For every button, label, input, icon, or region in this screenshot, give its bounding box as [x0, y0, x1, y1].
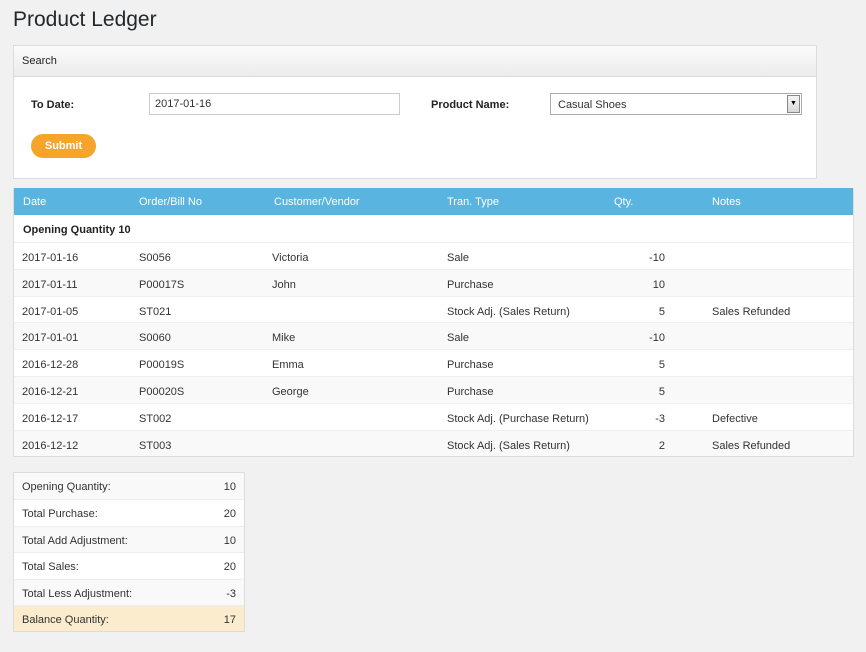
cell-order-bill-no: P00019S [139, 359, 185, 372]
cell-customer-vendor: George [272, 385, 309, 398]
summary-label: Total Sales: [22, 561, 79, 574]
cell-tran-type: Sale [447, 252, 470, 264]
cell-qty: -3 [655, 412, 665, 425]
cell-qty: -10 [649, 332, 665, 345]
cell-date: 2017-01-16 [22, 252, 79, 264]
cell-qty: 10 [652, 278, 665, 291]
summary-value: 10 [223, 534, 236, 547]
opening-quantity-text: Opening Quantity 10 [23, 224, 131, 236]
cell-notes: Sales Refunded [712, 439, 791, 452]
table-row: 2016-12-12 ST003 Stock Adj. (Sales Return)… [14, 429, 853, 457]
summary-value: 20 [223, 508, 236, 521]
cell-date: 2016-12-12 [22, 439, 79, 452]
column-header-customer-vendor: Customer/Vendor [274, 196, 360, 208]
table-row: 2017-01-05 ST021 Stock Adj. (Sales Return)… [14, 295, 853, 323]
summary-value: 17 [223, 613, 236, 626]
cell-date: 2017-01-05 [22, 305, 79, 318]
table-row: 2017-01-11 P00017S John Purchase 10 [14, 268, 853, 296]
summary-row: Opening Quantity: 10 [14, 473, 244, 500]
cell-qty: 5 [658, 305, 665, 318]
summary-row: Total Sales: 20 [14, 552, 244, 578]
cell-tran-type: Purchase [447, 385, 494, 398]
column-header-notes: Notes [712, 196, 741, 208]
cell-customer-vendor: John [272, 278, 296, 291]
to-date-input[interactable] [149, 93, 400, 115]
cell-qty: -10 [649, 252, 665, 264]
cell-order-bill-no: P00017S [139, 278, 185, 291]
summary-value: -3 [226, 587, 236, 600]
cell-order-bill-no: ST003 [139, 439, 172, 452]
column-header-date: Date [23, 196, 47, 208]
product-name-value: Casual Shoes [558, 99, 627, 111]
cell-qty: 5 [658, 359, 665, 372]
cell-qty: 2 [658, 439, 665, 452]
cell-tran-type: Sale [447, 332, 470, 345]
submit-button[interactable]: Submit [31, 134, 96, 158]
summary-label: Total Less Adjustment: [22, 587, 133, 600]
cell-tran-type: Purchase [447, 359, 494, 372]
search-panel: Search To Date: Product Name: Casual Sho… [13, 45, 817, 179]
summary-value: 20 [223, 561, 236, 574]
cell-customer-vendor: Mike [272, 332, 296, 345]
search-header: Search [14, 46, 816, 77]
summary-row: Total Less Adjustment: -3 [14, 578, 244, 605]
summary-row: Total Purchase: 20 [14, 499, 244, 525]
cell-date: 2017-01-11 [22, 278, 78, 291]
cell-customer-vendor: Victoria [272, 252, 309, 264]
table-row: 2016-12-17 ST002 Stock Adj. (Purchase Retu… [14, 402, 853, 430]
cell-date: 2016-12-21 [22, 385, 79, 398]
cell-order-bill-no: S0060 [139, 332, 171, 345]
column-header-order-bill-no: Order/Bill No [139, 196, 202, 208]
cell-tran-type: Stock Adj. (Sales Return) [447, 439, 570, 452]
cell-order-bill-no: P00020S [139, 385, 185, 398]
table-row: 2016-12-28 P00019S Emma Purchase 5 [14, 349, 853, 376]
cell-date: 2017-01-01 [22, 332, 79, 345]
page-title: Product Ledger [13, 8, 157, 31]
cell-date: 2016-12-17 [22, 412, 79, 425]
summary-label: Total Purchase: [22, 508, 98, 521]
cell-notes: Sales Refunded [712, 305, 791, 318]
table-row: 2017-01-16 S0056 Victoria Sale -10 [14, 242, 853, 269]
cell-date: 2016-12-28 [22, 359, 79, 372]
ledger-table: Date Order/Bill No Customer/Vendor Tran.… [13, 188, 854, 458]
cell-tran-type: Stock Adj. (Sales Return) [447, 305, 570, 318]
summary-row: Balance Quantity: 17 [14, 604, 244, 632]
cell-qty: 5 [658, 385, 665, 398]
column-header-qty: Qty. [614, 196, 634, 208]
cell-customer-vendor: Emma [272, 359, 304, 372]
summary-label: Opening Quantity: [22, 481, 111, 493]
column-header-tran-type: Tran. Type [447, 196, 499, 208]
to-date-label: To Date: [31, 99, 75, 111]
summary-label: Total Add Adjustment: [22, 534, 128, 547]
product-name-select[interactable]: Casual Shoes ▼ [550, 93, 802, 115]
cell-order-bill-no: S0056 [139, 252, 171, 264]
cell-tran-type: Stock Adj. (Purchase Return) [447, 412, 589, 425]
product-name-label: Product Name: [431, 99, 510, 111]
cell-order-bill-no: ST021 [139, 305, 172, 318]
summary-label: Balance Quantity: [22, 613, 109, 626]
cell-notes: Defective [712, 412, 758, 425]
ledger-header-row: Date Order/Bill No Customer/Vendor Tran.… [14, 188, 853, 215]
summary-table: Opening Quantity: 10 Total Purchase: 20 Tota… [13, 472, 245, 633]
table-row: 2016-12-21 P00020S George Purchase 5 [14, 375, 853, 403]
cell-tran-type: Purchase [447, 278, 494, 291]
summary-value: 10 [223, 481, 236, 493]
opening-quantity-row: Opening Quantity 10 [14, 215, 853, 242]
cell-order-bill-no: ST002 [139, 412, 172, 425]
dropdown-arrow-icon[interactable]: ▼ [787, 95, 800, 113]
table-row: 2017-01-01 S0060 Mike Sale -10 [14, 322, 853, 350]
summary-row: Total Add Adjustment: 10 [14, 525, 244, 553]
